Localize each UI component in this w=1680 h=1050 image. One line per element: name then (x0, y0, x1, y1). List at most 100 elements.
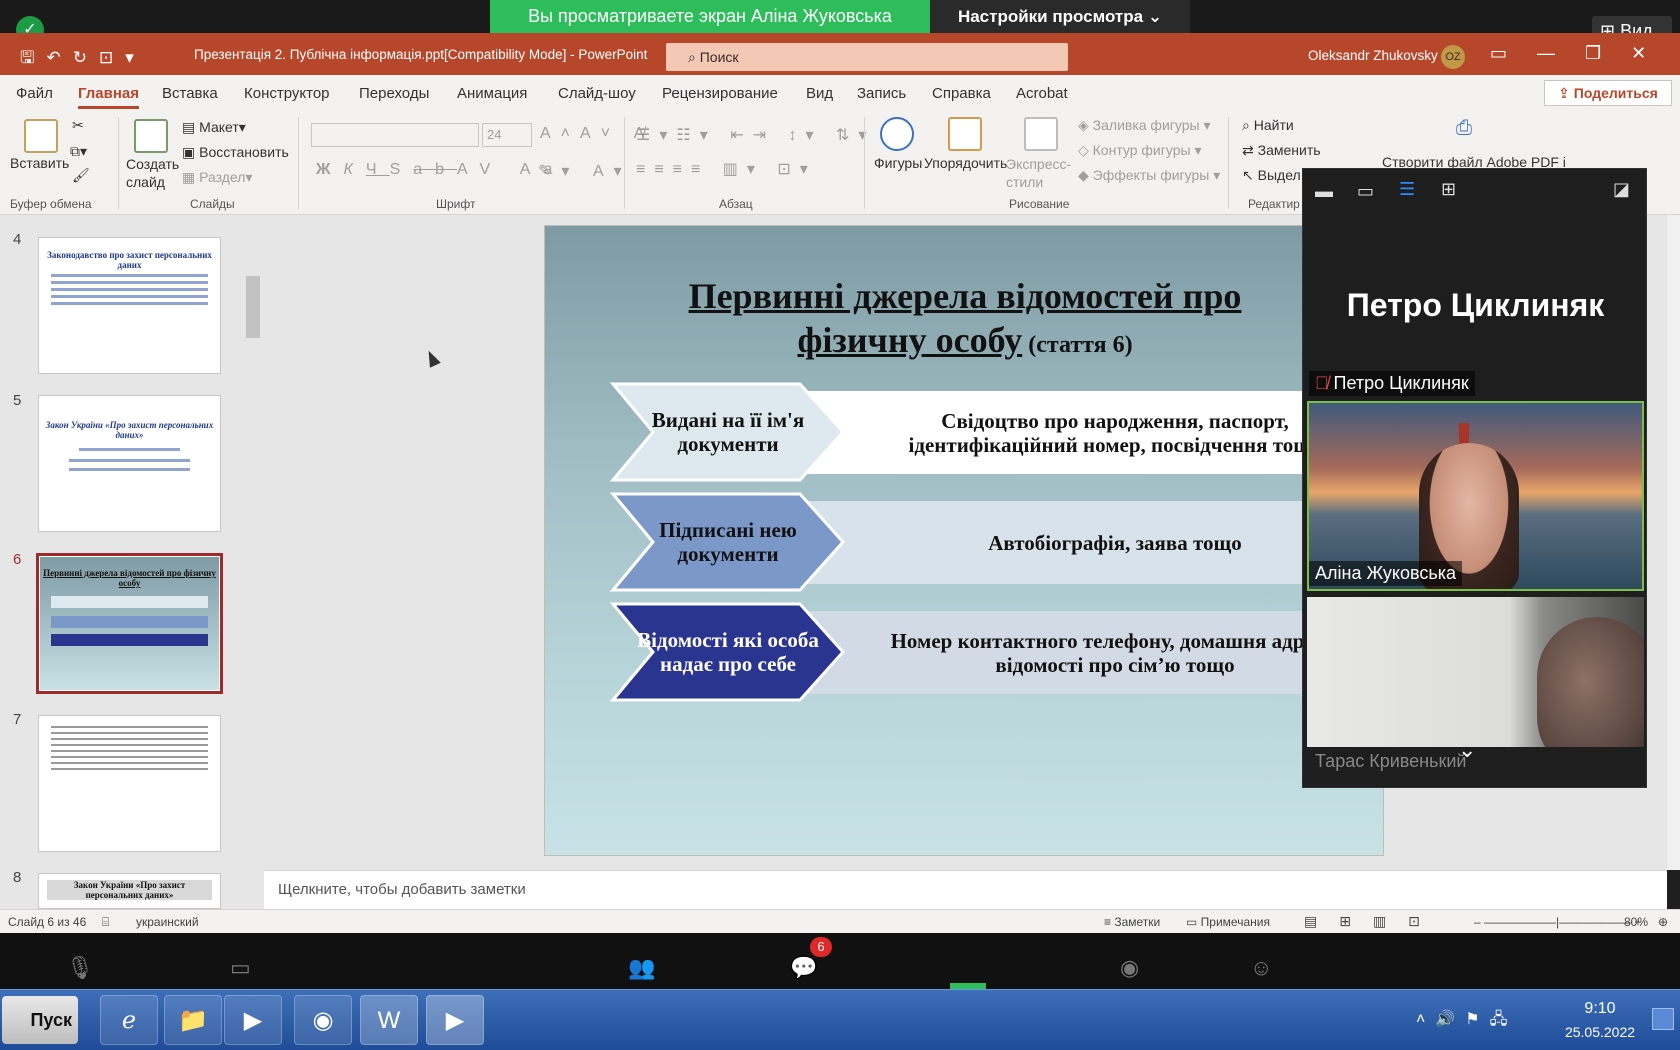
tab-record[interactable]: Запись (857, 85, 906, 102)
slide-thumbnail-6[interactable]: Первинні джерела відомостей про фізичну … (36, 553, 223, 694)
highlight-color-icons[interactable]: ✎▾ A▾ (538, 161, 632, 181)
zoom-slider[interactable]: – ——————|—————— + (1474, 915, 1641, 929)
media-player-icon[interactable]: ▶ (224, 995, 282, 1045)
layout-button[interactable]: ▤ Макет▾ (182, 119, 246, 136)
restore-icon[interactable]: ❐ (1585, 43, 1631, 63)
start-button[interactable]: Пуск (2, 996, 78, 1044)
slide-thumbnail-4[interactable]: Законодавство про захист персональних да… (38, 237, 221, 374)
tab-slideshow[interactable]: Слайд-шоу (558, 85, 636, 102)
reactions-icon[interactable]: ☺ (1250, 955, 1272, 981)
find-button[interactable]: ⌕ Найти (1242, 117, 1294, 134)
slide-scrollbar[interactable] (1667, 215, 1680, 870)
participant-video-tile[interactable] (1307, 597, 1644, 747)
network-icon[interactable]: 🖧 (1490, 1011, 1518, 1028)
align-icons[interactable]: ≡≡≡≡ ▥▾ ⊡▾ (636, 159, 817, 179)
slide-thumbnail-5[interactable]: Закон України «Про захист персональних д… (38, 395, 221, 532)
fit-to-window-icon[interactable]: ⊕ (1658, 915, 1668, 929)
record-icon[interactable]: ◉ (1120, 955, 1139, 981)
section-button[interactable]: ▦ Раздел▾ (182, 169, 252, 186)
tab-review[interactable]: Рецензирование (662, 85, 778, 102)
tab-file[interactable]: Файл (16, 85, 53, 102)
redo-icon[interactable]: ↻ (73, 48, 99, 67)
share-button[interactable]: ⇪ Поделиться (1544, 80, 1672, 106)
participants-icon[interactable]: 👥 (628, 955, 655, 981)
ribbon-display-icon[interactable]: ▭ (1490, 43, 1537, 63)
new-slide-icon[interactable] (134, 119, 168, 153)
copy-icon[interactable]: ⧉▾ (70, 143, 87, 160)
thumbnails-scrollbar-thumb[interactable] (246, 276, 260, 338)
slide-thumbnail-8[interactable]: Закон України «Про захист персональних д… (38, 873, 221, 909)
notes-toggle[interactable]: ≡ Заметки (1104, 915, 1160, 929)
shapes-button[interactable]: Фигуры (874, 155, 922, 171)
reset-button[interactable]: ▣ Восстановить (182, 144, 289, 161)
strip-view-icon[interactable]: ☰ (1399, 179, 1415, 200)
font-size-select[interactable]: 24 (482, 123, 532, 147)
paste-button[interactable]: Вставить (10, 155, 69, 171)
slide-thumbnail-7[interactable] (38, 715, 221, 852)
quick-styles-button[interactable]: Экспресс-стили (1006, 155, 1076, 191)
language-indicator[interactable]: украинский (136, 915, 199, 929)
window-controls[interactable]: ▭—❐✕ (1490, 43, 1676, 64)
shape-effects-button[interactable]: ◆ Эффекты фигуры ▾ (1078, 167, 1220, 184)
tab-view[interactable]: Вид (806, 85, 833, 102)
zoom-level[interactable]: 80% (1624, 915, 1648, 929)
spellcheck-icon[interactable]: ⌸ (102, 915, 109, 930)
minimize-video-icon[interactable]: ▬ (1315, 181, 1333, 202)
save-icon[interactable]: 🖫 (20, 48, 46, 67)
minimize-icon[interactable]: — (1537, 43, 1585, 63)
search-input[interactable]: ⌕ Поиск (666, 43, 1068, 71)
avatar[interactable]: OZ (1441, 45, 1465, 69)
select-button[interactable]: ↖ Выдел (1242, 167, 1301, 184)
zoom-app-icon[interactable]: ▶ (426, 995, 484, 1045)
font-format-icons[interactable]: ЖКЧSabAV Aa (316, 161, 565, 179)
video-icon[interactable]: ▭ (230, 955, 251, 981)
close-icon[interactable]: ✕ (1631, 43, 1676, 63)
system-tray[interactable]: ˄🔊⚑🖧 (1416, 1008, 1517, 1035)
volume-icon[interactable]: 🔊 (1435, 1011, 1465, 1028)
file-explorer-icon[interactable]: 📁 (164, 995, 222, 1045)
list-icons[interactable]: ☰▾☷▾ ⇤⇥ ↕▾ ⇅▾ (636, 125, 875, 145)
arrange-button[interactable]: Упорядочить (924, 155, 1007, 171)
tab-transitions[interactable]: Переходы (359, 85, 429, 102)
shape-fill-button[interactable]: ◈ Заливка фигуры ▾ (1078, 117, 1211, 134)
present-icon[interactable]: ⊡ (99, 48, 125, 67)
tab-help[interactable]: Справка (932, 85, 991, 102)
arrange-icon[interactable] (948, 117, 982, 151)
word-icon[interactable]: W (360, 995, 418, 1045)
cut-icon[interactable]: ✂ (72, 117, 84, 134)
tab-animations[interactable]: Анимация (457, 85, 527, 102)
quick-access-toolbar[interactable]: 🖫↶↻⊡▾ (20, 45, 146, 74)
replace-button[interactable]: ⇄ Заменить (1242, 142, 1321, 159)
format-painter-icon[interactable]: 🖌 (72, 167, 90, 184)
tab-insert[interactable]: Вставка (162, 85, 218, 102)
tray-expand-icon[interactable]: ˄ (1416, 1011, 1435, 1028)
tab-home[interactable]: Главная (78, 85, 140, 109)
customize-qat-icon[interactable]: ▾ (125, 48, 146, 67)
undo-icon[interactable]: ↶ (46, 48, 72, 67)
clock-time[interactable]: 9:10 (1560, 1000, 1640, 1018)
new-slide-button[interactable]: Создать слайд (126, 155, 182, 191)
show-desktop-button[interactable] (1652, 1008, 1674, 1030)
user-name[interactable]: Oleksandr Zhukovsky (1308, 48, 1438, 63)
mute-icon[interactable]: 🎙 (66, 955, 94, 981)
gallery-grid-icon[interactable]: ⊞ (1441, 179, 1456, 200)
chrome-icon[interactable]: ◉ (294, 995, 352, 1045)
speaker-view-icon[interactable]: ▭ (1357, 181, 1374, 202)
pip-icon[interactable]: ◪ (1613, 179, 1630, 200)
adobe-pdf-icon[interactable]: ⎙ (1456, 117, 1472, 140)
ie-icon[interactable]: ℯ (100, 995, 158, 1045)
paste-icon[interactable] (24, 119, 58, 153)
flag-icon[interactable]: ⚑ (1465, 1011, 1489, 1028)
shape-outline-button[interactable]: ◇ Контур фигуры ▾ (1078, 142, 1201, 159)
notes-pane[interactable]: Щелкните, чтобы добавить заметки (264, 870, 1667, 909)
clock-date[interactable]: 25.05.2022 (1560, 1024, 1640, 1040)
current-slide[interactable]: Первинні джерела відомостей про фізичну … (544, 225, 1384, 856)
shapes-icon[interactable] (880, 117, 914, 151)
chat-icon[interactable]: 💬 (790, 955, 817, 981)
view-settings-button[interactable]: Настройки просмотра ⌄ (930, 0, 1190, 33)
quick-styles-icon[interactable] (1024, 117, 1058, 151)
comments-toggle[interactable]: ▭ Примечания (1186, 915, 1270, 929)
font-name-select[interactable] (311, 123, 479, 147)
tab-design[interactable]: Конструктор (244, 85, 330, 102)
chevron-down-icon[interactable]: ⌄ (1458, 737, 1476, 763)
